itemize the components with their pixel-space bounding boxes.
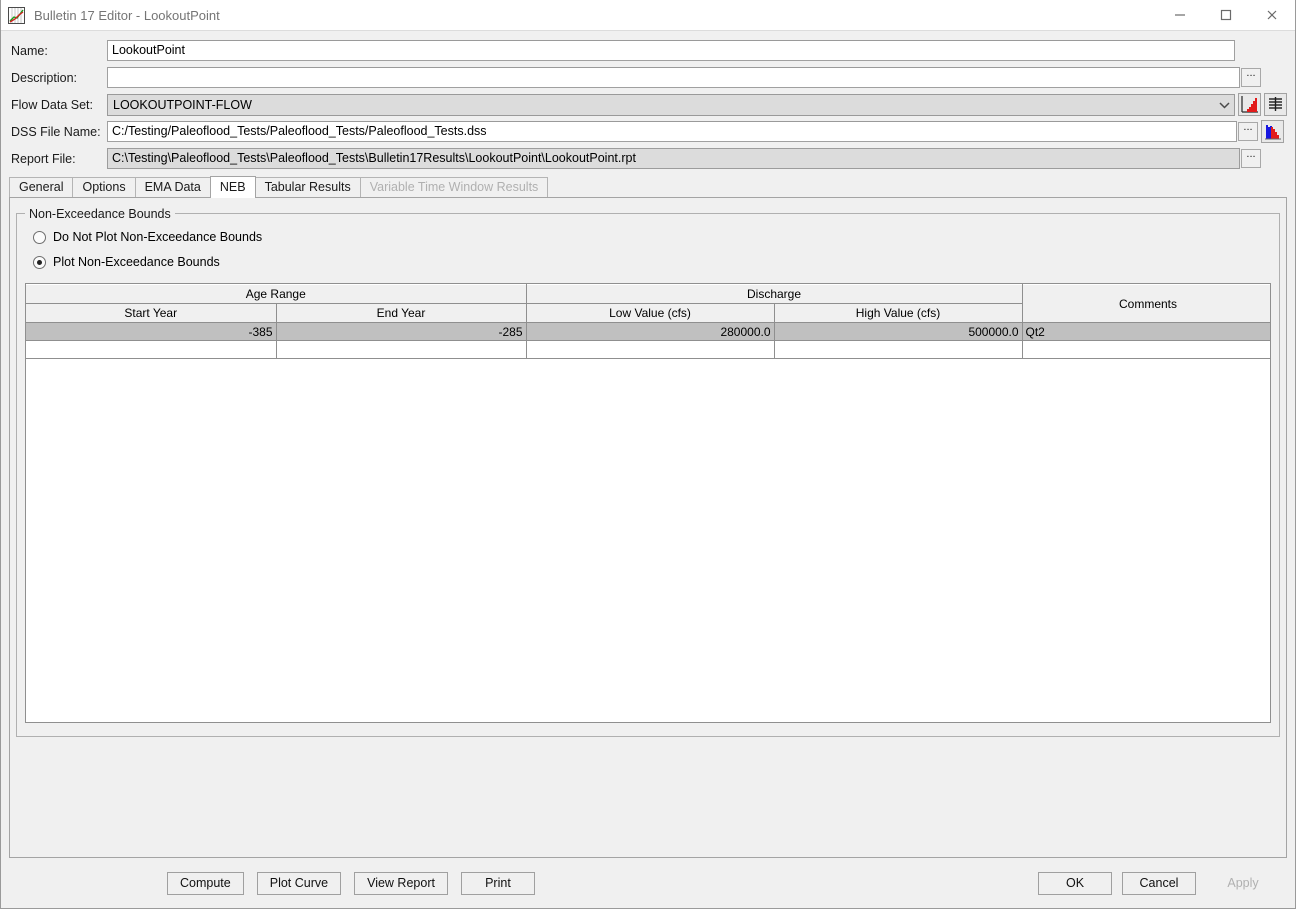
radio-plot-bounds-label: Plot Non-Exceedance Bounds [53,255,220,269]
table-header: Age Range Discharge Comments Start Year … [26,284,1270,323]
window-title: Bulletin 17 Editor - LookoutPoint [34,7,220,23]
name-label: Name: [11,43,48,58]
cell-end-year[interactable] [276,340,527,359]
cell-low-value[interactable]: 280000.0 [526,322,775,341]
plot-curve-button[interactable]: Plot Curve [256,871,342,895]
dss-row-spacer [1284,120,1287,143]
flow-data-set-row: Flow Data Set: LOOKOUTPOINT-FLOW [9,91,1287,118]
tab-ema-data[interactable]: EMA Data [134,177,211,197]
radio-do-not-plot-label: Do Not Plot Non-Exceedance Bounds [53,230,263,244]
chart-grid-icon [8,6,25,24]
report-file-label: Report File: [11,151,76,166]
view-report-button[interactable]: View Report [354,871,448,895]
name-input[interactable]: LookoutPoint [107,40,1235,61]
radio-do-not-plot-indicator[interactable] [33,230,46,244]
column-header-comments[interactable]: Comments [1022,284,1270,323]
table-row[interactable]: -385 -285 280000.0 500000.0 Qt2 [26,322,1270,341]
group-title: Non-Exceedance Bounds [25,207,175,221]
table-group-header-row: Age Range Discharge Comments [26,284,1270,323]
column-group-age-range[interactable]: Age Range [26,284,527,304]
red-bar-chart-icon [1240,95,1259,114]
radio-do-not-plot[interactable]: Do Not Plot Non-Exceedance Bounds [33,226,1271,248]
name-row-spacer [1235,39,1261,62]
tab-general[interactable]: General [9,177,74,197]
cell-start-year[interactable] [26,340,277,359]
column-header-high-value[interactable]: High Value (cfs) [774,303,1023,323]
cell-comments[interactable] [1022,340,1270,359]
maximize-icon[interactable] [1203,0,1249,30]
report-file-input[interactable]: C:\Testing\Paleoflood_Tests\Paleoflood_T… [107,148,1240,169]
bottom-button-bar: Compute Plot Curve View Report Print OK … [1,858,1295,908]
tab-strip: General Options EMA Data NEB Tabular Res… [9,176,1287,198]
non-exceedance-bounds-group: Non-Exceedance Bounds Do Not Plot Non-Ex… [16,207,1280,737]
header-form: Name: LookoutPoint Description: ... Flow… [1,31,1295,172]
description-row: Description: ... [9,64,1287,91]
table-row[interactable] [26,340,1270,359]
cell-low-value[interactable] [526,340,775,359]
tab-options[interactable]: Options [72,177,136,197]
name-row-spacer-2 [1261,39,1287,62]
table-icon [1266,95,1285,114]
blue-red-histogram-icon [1263,122,1282,141]
name-row: Name: LookoutPoint [9,37,1287,64]
flow-data-set-value: LOOKOUTPOINT-FLOW [113,97,252,112]
description-row-spacer [1261,66,1287,89]
close-icon[interactable] [1249,0,1295,30]
column-header-end-year[interactable]: End Year [276,303,527,323]
bulletin17-editor-window: Bulletin 17 Editor - LookoutPoint Name: … [0,0,1296,909]
neb-table: Age Range Discharge Comments Start Year … [26,284,1270,359]
blue-red-histogram-icon-button[interactable] [1261,120,1284,143]
apply-button: Apply [1227,875,1259,890]
flow-data-set-combo[interactable]: LOOKOUTPOINT-FLOW [107,93,1235,116]
column-header-start-year[interactable]: Start Year [26,303,277,323]
chevron-down-icon [1216,97,1232,113]
dss-file-name-row: DSS File Name: C:/Testing/Paleoflood_Tes… [9,118,1287,145]
flow-data-set-label: Flow Data Set: [11,97,93,112]
report-file-row: Report File: C:\Testing\Paleoflood_Tests… [9,145,1287,172]
ok-button[interactable]: OK [1038,871,1112,895]
column-group-discharge[interactable]: Discharge [526,284,1023,304]
action-buttons-left: Compute Plot Curve View Report Print [167,871,548,895]
report-row-spacer [1261,147,1287,170]
neb-table-container[interactable]: Age Range Discharge Comments Start Year … [25,283,1271,723]
dss-file-name-input[interactable]: C:/Testing/Paleoflood_Tests/Paleoflood_T… [107,121,1237,142]
neb-tab-panel: Non-Exceedance Bounds Do Not Plot Non-Ex… [9,198,1287,858]
tab-variable-time-window-results: Variable Time Window Results [359,177,549,197]
cell-high-value[interactable] [774,340,1023,359]
dss-file-browse-button[interactable]: ... [1238,122,1258,141]
radio-plot-bounds[interactable]: Plot Non-Exceedance Bounds [33,251,1271,273]
cell-high-value[interactable]: 500000.0 [774,322,1023,341]
description-label: Description: [11,70,77,85]
title-bar: Bulletin 17 Editor - LookoutPoint [1,0,1295,31]
report-file-browse-button[interactable]: ... [1241,149,1261,168]
table-empty-area[interactable] [26,359,1270,722]
description-input[interactable] [107,67,1240,88]
tab-tabular-results[interactable]: Tabular Results [254,177,361,197]
column-header-low-value[interactable]: Low Value (cfs) [526,303,775,323]
cell-comments[interactable]: Qt2 [1022,322,1270,341]
tab-neb[interactable]: NEB [209,176,256,198]
cell-end-year[interactable]: -285 [276,322,527,341]
radio-plot-bounds-indicator[interactable] [33,255,46,269]
cancel-button[interactable]: Cancel [1122,871,1196,895]
compute-button[interactable]: Compute [167,871,244,895]
description-browse-button[interactable]: ... [1241,68,1261,87]
print-button[interactable]: Print [460,871,535,895]
table-icon-button[interactable] [1264,93,1287,116]
dss-file-name-label: DSS File Name: [11,124,101,139]
cell-start-year[interactable]: -385 [26,322,277,341]
red-bar-chart-icon-button[interactable] [1238,93,1261,116]
dialog-buttons-right: OK Cancel Apply [1038,871,1280,895]
table-body: -385 -285 280000.0 500000.0 Qt2 [26,322,1270,359]
minimize-icon[interactable] [1157,0,1203,30]
